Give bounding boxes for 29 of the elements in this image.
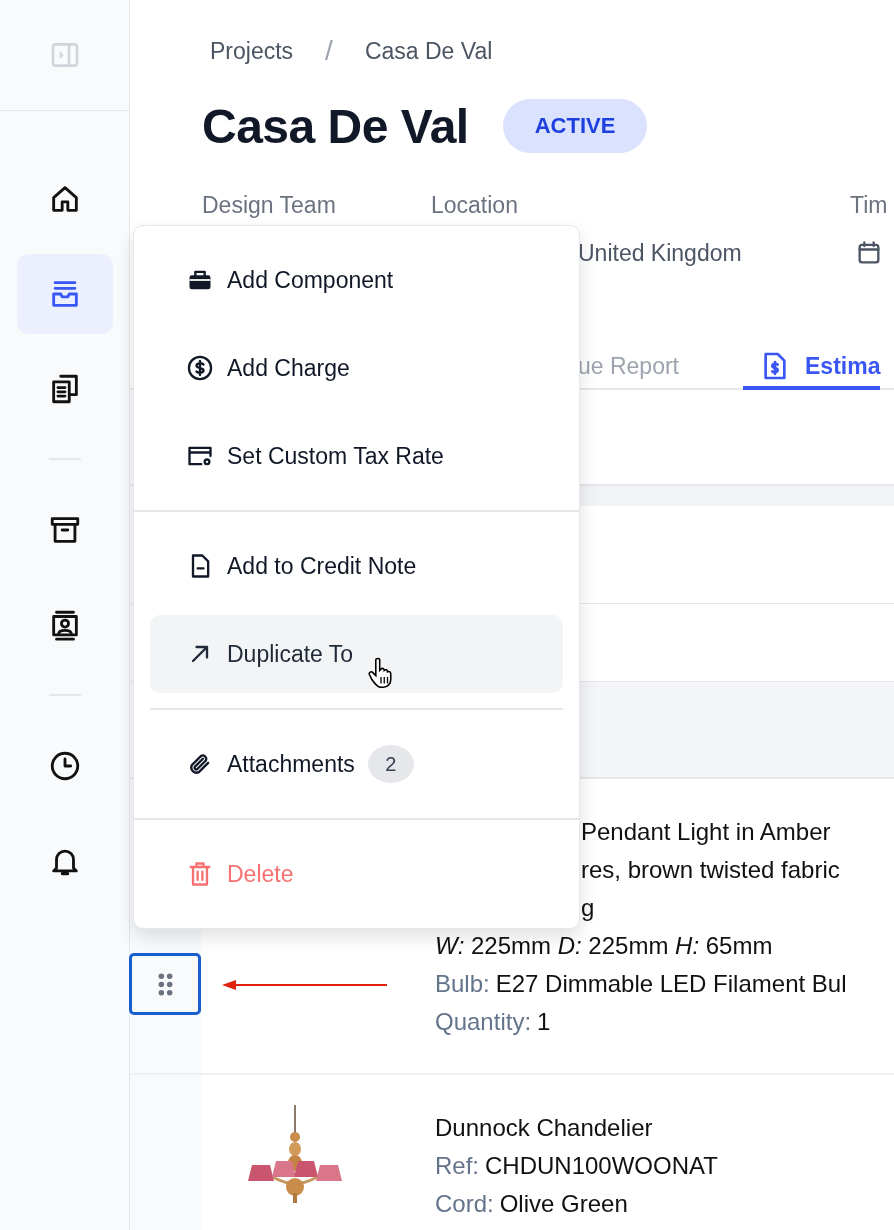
field-label: Design Team bbox=[202, 192, 337, 220]
status-badge: ACTIVE bbox=[502, 99, 648, 153]
project-title: Casa De Val bbox=[202, 98, 469, 154]
breadcrumb-separator: / bbox=[325, 35, 333, 67]
location-value: United Kingdom bbox=[578, 239, 743, 267]
menu-item[interactable]: Add to Credit Note bbox=[150, 527, 563, 605]
breadcrumb-link[interactable]: Casa De Val bbox=[364, 37, 493, 65]
description-text: g bbox=[581, 893, 595, 923]
field-value: E27 Dimmable LED Filament Bul bbox=[495, 970, 847, 997]
dimensions-text: W: 225mm D: 225mm H: 65mm bbox=[435, 931, 773, 961]
field-value: 1 bbox=[537, 1008, 551, 1035]
menu-item[interactable]: Duplicate To bbox=[150, 615, 563, 693]
menu-item[interactable]: Add Component bbox=[150, 241, 563, 319]
menu-item[interactable]: Add Charge bbox=[150, 329, 563, 407]
field-label: Ref: bbox=[435, 1152, 479, 1179]
product-name: Dunnock Chandelier bbox=[435, 1113, 653, 1143]
breadcrumb-link[interactable]: Projects bbox=[210, 37, 294, 65]
field-label: Location bbox=[431, 192, 519, 220]
field-label: Bulb: bbox=[435, 970, 490, 997]
description-text: res, brown twisted fabric bbox=[581, 855, 840, 885]
field-value: Olive Green bbox=[499, 1190, 628, 1217]
field-label: Quantity: bbox=[435, 1008, 532, 1035]
count-badge: 2 bbox=[367, 745, 414, 783]
field-label: Tim bbox=[850, 192, 889, 220]
description-text: Pendant Light in Amber bbox=[581, 817, 831, 847]
field-label: Cord: bbox=[435, 1190, 494, 1217]
menu-item[interactable]: Set Custom Tax Rate bbox=[150, 417, 563, 495]
field-value: CHDUN100WOONAT bbox=[485, 1152, 718, 1179]
menu-item[interactable]: Attachments 2 bbox=[150, 725, 563, 803]
